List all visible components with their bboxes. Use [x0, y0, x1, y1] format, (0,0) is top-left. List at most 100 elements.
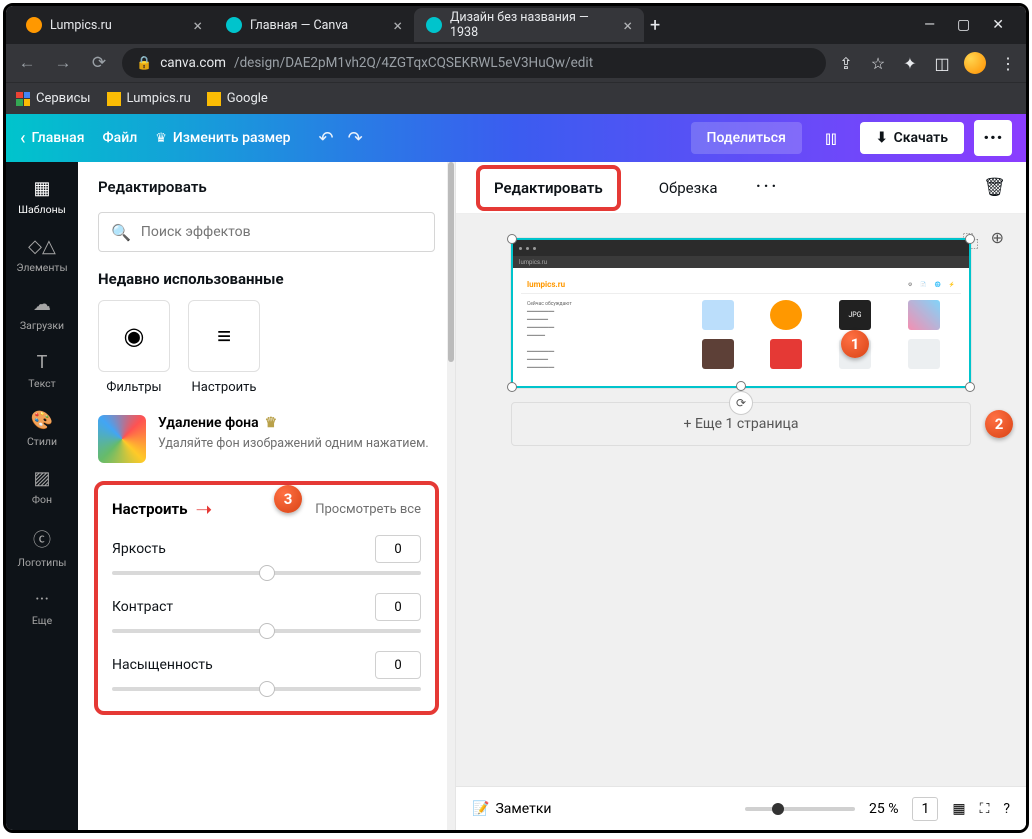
arrow-icon: ➝: [196, 497, 213, 521]
saturation-slider: Насыщенность0: [112, 651, 421, 691]
contrast-track[interactable]: [112, 629, 421, 633]
effects-search[interactable]: 🔍: [98, 212, 435, 252]
redo-button[interactable]: ↷: [348, 128, 363, 149]
rail-uploads[interactable]: ☁Загрузки: [6, 284, 78, 342]
help-icon[interactable]: ?: [1003, 801, 1010, 817]
recent-filters[interactable]: ◉ Фильтры: [98, 300, 170, 395]
toolbar-edit-button[interactable]: Редактировать: [476, 165, 621, 211]
view-all-link[interactable]: Просмотреть все: [315, 502, 421, 517]
zoom-value[interactable]: 25 %: [869, 801, 898, 817]
adjust-heading: Настроить: [112, 500, 188, 518]
saturation-value[interactable]: 0: [375, 651, 421, 679]
tab-canva-home[interactable]: Главная — Canva ×: [214, 8, 414, 42]
tab-design[interactable]: Дизайн без названия — 1938 ×: [414, 8, 644, 42]
resize-handle[interactable]: [507, 234, 517, 244]
tab-lumpics[interactable]: Lumpics.ru ×: [14, 8, 214, 42]
fullscreen-icon[interactable]: ⛶: [980, 801, 990, 817]
close-icon[interactable]: ×: [393, 16, 402, 35]
back-button[interactable]: ←: [14, 50, 40, 76]
more-icon: ···: [35, 589, 49, 610]
url-input[interactable]: 🔒 canva.com/design/DAE2pM1vh2Q/4ZGTqxCQS…: [122, 48, 826, 78]
canvas-workspace[interactable]: ⿻ ⊕ lumpics.ru lumpics.ru⚙📄🌐⚡ Сейчас обс…: [456, 214, 1026, 786]
bookmark-google[interactable]: Google: [207, 91, 268, 106]
bg-remove-card[interactable]: Удаление фона ♛ Удаляйте фон изображений…: [98, 415, 435, 463]
close-icon[interactable]: ×: [193, 16, 202, 35]
forward-button[interactable]: →: [50, 50, 76, 76]
rail-templates[interactable]: ▦Шаблоны: [6, 168, 78, 226]
slider-thumb[interactable]: [259, 681, 275, 697]
contrast-slider: Контраст0: [112, 593, 421, 633]
side-rail: ▦Шаблоны ◇△Элементы ☁Загрузки TТекст 🎨Ст…: [6, 162, 78, 830]
logos-icon: ⓒ: [33, 526, 51, 552]
rail-styles[interactable]: 🎨Стили: [6, 400, 78, 458]
menu-icon[interactable]: ⋮: [998, 53, 1018, 73]
toolbar-crop-button[interactable]: Обрезка: [645, 169, 732, 207]
slider-thumb[interactable]: [259, 565, 275, 581]
elements-icon: ◇△: [28, 236, 56, 257]
uploads-icon: ☁: [33, 294, 51, 315]
search-icon: 🔍: [111, 223, 131, 242]
saturation-track[interactable]: [112, 687, 421, 691]
add-page-button[interactable]: ⟳ + Еще 1 страница: [511, 402, 971, 446]
panel-scrollbar[interactable]: [447, 162, 455, 830]
selected-image[interactable]: lumpics.ru lumpics.ru⚙📄🌐⚡ Сейчас обсужда…: [511, 238, 971, 388]
slider-thumb[interactable]: [772, 803, 784, 815]
star-icon[interactable]: ☆: [868, 53, 888, 73]
brightness-value[interactable]: 0: [375, 535, 421, 563]
search-input[interactable]: [141, 224, 422, 240]
recent-adjust[interactable]: ≡ Настроить: [188, 300, 260, 395]
minimize-icon[interactable]: —: [924, 17, 935, 33]
reload-button[interactable]: ⟳: [86, 50, 112, 76]
bookmark-services[interactable]: Сервисы: [16, 91, 91, 106]
bookmarks-bar: Сервисы Lumpics.ru Google: [6, 82, 1026, 114]
favicon-icon: [226, 17, 242, 33]
home-button[interactable]: ‹Главная: [20, 128, 85, 149]
maximize-icon[interactable]: ▢: [957, 17, 970, 33]
extensions-icon[interactable]: ✦: [900, 53, 920, 73]
slider-thumb[interactable]: [259, 623, 275, 639]
rail-logos[interactable]: ⓒЛоготипы: [6, 516, 78, 579]
rail-more[interactable]: ···Еще: [6, 579, 78, 637]
resize-handle[interactable]: [736, 381, 746, 391]
text-icon: T: [37, 352, 48, 373]
share-url-icon[interactable]: ⇪: [836, 53, 856, 73]
file-menu[interactable]: Файл: [103, 130, 138, 146]
close-window-icon[interactable]: ✕: [992, 17, 1004, 33]
brightness-track[interactable]: [112, 571, 421, 575]
rail-elements[interactable]: ◇△Элементы: [6, 226, 78, 284]
share-button[interactable]: Поделиться: [691, 122, 802, 154]
rail-background[interactable]: ▨Фон: [6, 458, 78, 516]
undo-button[interactable]: ↶: [319, 128, 334, 149]
canva-header: ‹Главная Файл ♛Изменить размер ↶ ↷ Подел…: [6, 114, 1026, 162]
more-button[interactable]: ···: [974, 120, 1012, 156]
resize-handle[interactable]: [965, 382, 975, 392]
templates-icon: ▦: [33, 178, 50, 199]
grid-view-icon[interactable]: ▦: [952, 801, 965, 817]
panel-icon[interactable]: ◫: [932, 53, 952, 73]
page-indicator[interactable]: 1: [912, 797, 938, 821]
favicon-icon: [426, 17, 442, 33]
notes-icon: 📝: [472, 801, 489, 817]
annotation-badge-2: 2: [985, 410, 1013, 438]
close-icon[interactable]: ×: [623, 16, 632, 35]
toolbar-more[interactable]: ···: [755, 175, 778, 200]
zoom-slider[interactable]: [745, 807, 855, 811]
resize-button[interactable]: ♛Изменить размер: [155, 130, 290, 146]
sync-icon: ⟳: [729, 391, 753, 415]
bookmark-lumpics[interactable]: Lumpics.ru: [107, 91, 191, 106]
bg-remove-title: Удаление фона: [158, 415, 259, 431]
add-page-icon[interactable]: ⊕: [991, 228, 1004, 252]
download-button[interactable]: ⬇Скачать: [860, 122, 964, 154]
contrast-value[interactable]: 0: [375, 593, 421, 621]
notes-button[interactable]: 📝Заметки: [472, 801, 551, 817]
background-icon: ▨: [33, 468, 50, 489]
new-tab-button[interactable]: +: [650, 15, 660, 36]
rail-text[interactable]: TТекст: [6, 342, 78, 400]
panel-title: Редактировать: [78, 162, 455, 212]
insights-icon[interactable]: ⫾⫾: [812, 119, 850, 157]
delete-button[interactable]: 🗑: [983, 177, 1006, 198]
resize-handle[interactable]: [965, 234, 975, 244]
resize-handle[interactable]: [507, 382, 517, 392]
profile-avatar[interactable]: [964, 52, 986, 74]
canvas-toolbar: Редактировать Обрезка ··· 🗑: [456, 162, 1026, 214]
